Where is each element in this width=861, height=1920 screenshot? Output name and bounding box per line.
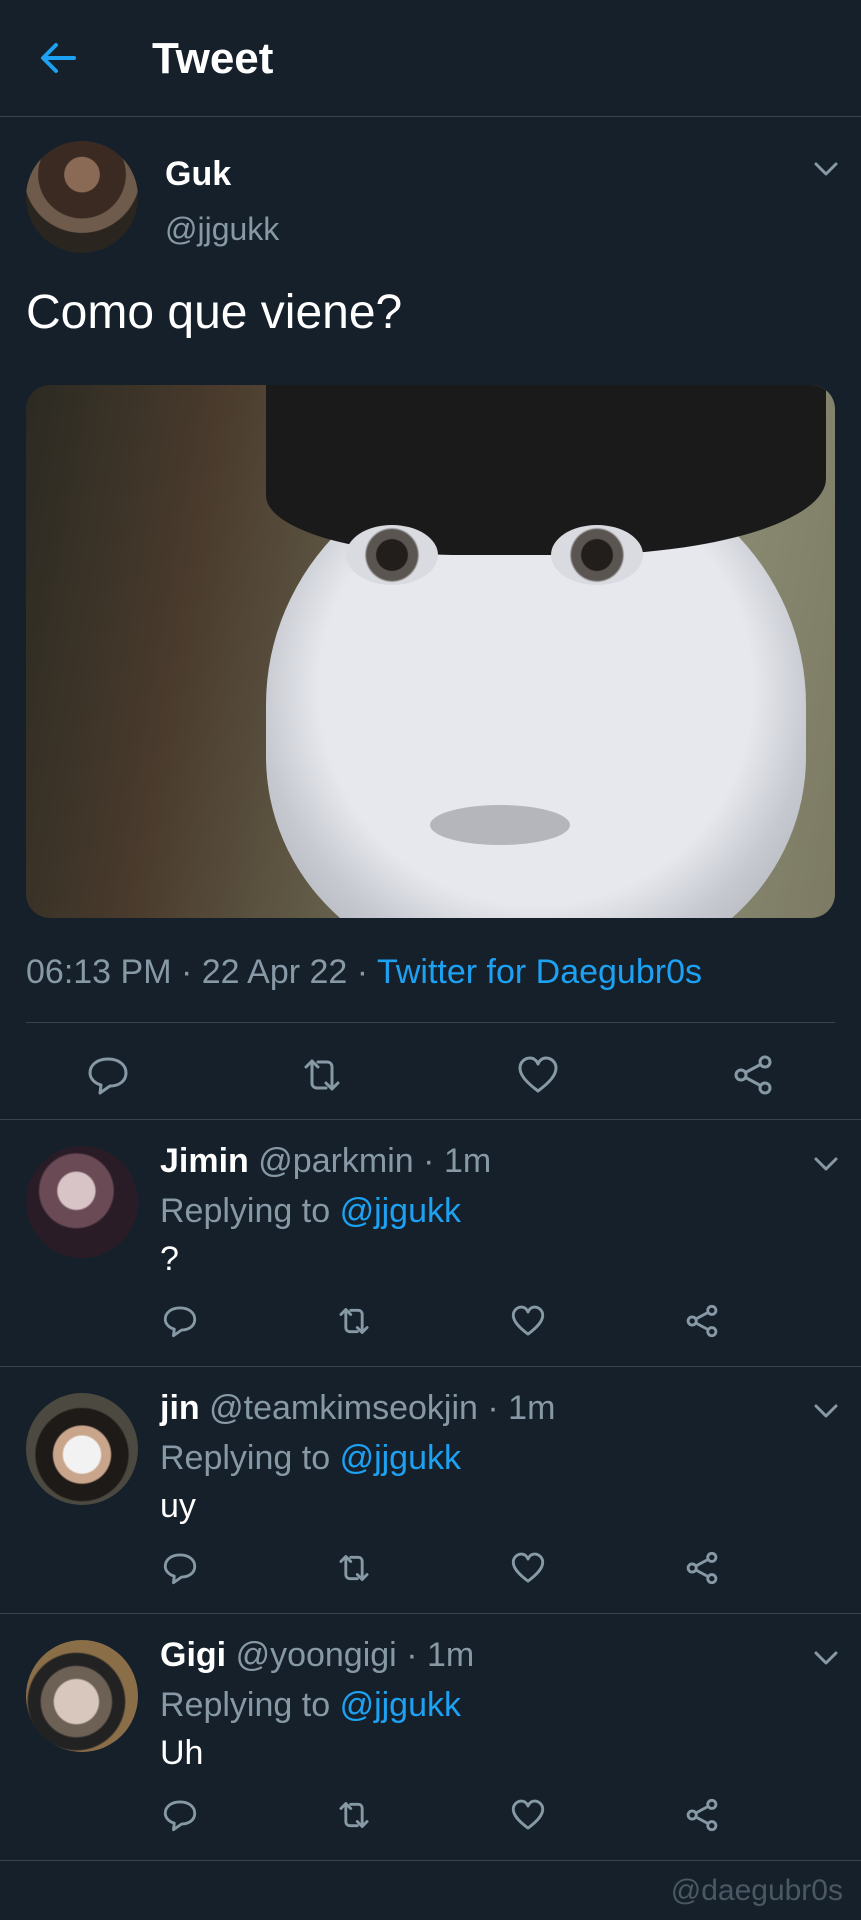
reply-tweet[interactable]: Gigi @yoongigi · 1m Replying to @jjgukk … (0, 1614, 861, 1861)
reply-author-name[interactable]: Jimin (160, 1142, 249, 1180)
mention-link[interactable]: @jjgukk (340, 1686, 461, 1724)
retweet-icon[interactable] (300, 1053, 344, 1097)
reply-header: Jimin @parkmin · 1m (160, 1142, 491, 1181)
reply-author-name[interactable]: Gigi (160, 1636, 226, 1674)
tweet-date: 22 Apr 22 (201, 953, 348, 991)
like-icon[interactable] (510, 1797, 546, 1833)
reply-actions (0, 1303, 861, 1353)
replying-label: Replying to (160, 1686, 331, 1724)
author-name[interactable]: Guk (165, 155, 231, 194)
watermark: @daegubr0s (670, 1874, 843, 1907)
reply-author-name[interactable]: jin (160, 1389, 200, 1427)
main-tweet: Guk @jjgukk Como que viene? 06:13 PM · 2… (0, 117, 861, 1120)
reply-icon[interactable] (162, 1303, 198, 1339)
tweet-image[interactable] (26, 385, 835, 918)
reply-actions (0, 1550, 861, 1600)
like-icon[interactable] (516, 1053, 560, 1097)
replying-to: Replying to @jjgukk (160, 1439, 461, 1478)
replying-label: Replying to (160, 1192, 331, 1230)
reply-icon[interactable] (162, 1797, 198, 1833)
retweet-icon[interactable] (336, 1303, 372, 1339)
image-eye (346, 525, 438, 585)
retweet-icon[interactable] (336, 1550, 372, 1586)
reply-tweet[interactable]: jin @teamkimseokjin · 1m Replying to @jj… (0, 1367, 861, 1614)
reply-tweet[interactable]: Jimin @parkmin · 1m Replying to @jjgukk … (0, 1120, 861, 1367)
replying-label: Replying to (160, 1439, 331, 1477)
image-eye (551, 525, 643, 585)
mention-link[interactable]: @jjgukk (340, 1439, 461, 1477)
reply-author-handle[interactable]: @teamkimseokjin (209, 1389, 478, 1427)
reply-author-handle[interactable]: @yoongigi (236, 1636, 397, 1674)
reply-text: Uh (160, 1734, 204, 1772)
back-button[interactable] (36, 36, 80, 80)
author-avatar[interactable] (26, 141, 138, 253)
tweet-time: 06:13 PM (26, 953, 172, 991)
share-icon[interactable] (684, 1797, 720, 1833)
tweet-actions (0, 1023, 861, 1120)
tweet-client-link[interactable]: Twitter for Daegubr0s (377, 953, 702, 991)
share-icon[interactable] (684, 1550, 720, 1586)
meta-separator: · (406, 1636, 418, 1674)
reply-time: 1m (443, 1142, 492, 1180)
mention-link[interactable]: @jjgukk (340, 1192, 461, 1230)
chevron-down-icon[interactable] (812, 159, 840, 179)
reply-header: Gigi @yoongigi · 1m (160, 1636, 474, 1675)
reply-icon[interactable] (86, 1053, 130, 1097)
author-handle[interactable]: @jjgukk (165, 211, 279, 248)
chevron-down-icon[interactable] (812, 1154, 840, 1174)
page-title: Tweet (152, 34, 274, 83)
arrow-left-icon (41, 43, 76, 73)
reply-text: ? (160, 1240, 179, 1278)
meta-separator: · (423, 1142, 435, 1180)
replying-to: Replying to @jjgukk (160, 1686, 461, 1725)
reply-actions (0, 1797, 861, 1847)
reply-time: 1m (426, 1636, 475, 1674)
meta-separator: · (180, 953, 193, 991)
retweet-icon[interactable] (336, 1797, 372, 1833)
image-mouth (430, 805, 570, 845)
tweet-text: Como que viene? (26, 286, 403, 339)
tweet-meta: 06:13 PM · 22 Apr 22 · Twitter for Daegu… (26, 953, 702, 992)
chevron-down-icon[interactable] (812, 1648, 840, 1668)
reply-icon[interactable] (162, 1550, 198, 1586)
like-icon[interactable] (510, 1303, 546, 1339)
reply-time: 1m (508, 1389, 556, 1427)
reply-header: jin @teamkimseokjin · 1m (160, 1389, 555, 1428)
image-hair (266, 385, 826, 555)
chevron-down-icon[interactable] (812, 1401, 840, 1421)
reply-avatar[interactable] (26, 1393, 138, 1505)
reply-text: uy (160, 1487, 196, 1525)
reply-avatar[interactable] (26, 1146, 138, 1258)
meta-separator: · (487, 1389, 499, 1427)
replying-to: Replying to @jjgukk (160, 1192, 461, 1231)
top-app-bar: Tweet (0, 0, 861, 117)
like-icon[interactable] (510, 1550, 546, 1586)
reply-author-handle[interactable]: @parkmin (258, 1142, 413, 1180)
meta-separator: · (356, 953, 369, 991)
share-icon[interactable] (731, 1053, 775, 1097)
reply-avatar[interactable] (26, 1640, 138, 1752)
share-icon[interactable] (684, 1303, 720, 1339)
